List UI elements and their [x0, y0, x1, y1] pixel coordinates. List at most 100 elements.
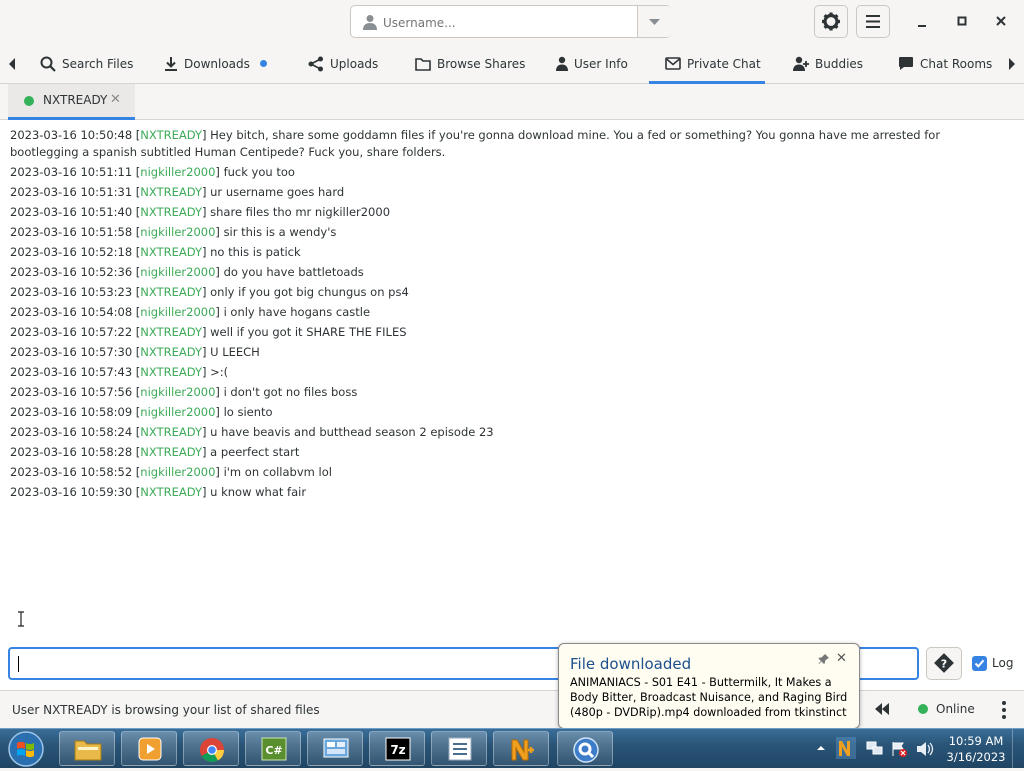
close-tab-icon[interactable]: ✕: [110, 92, 121, 107]
taskbar-csharp[interactable]: C#: [245, 731, 301, 766]
scroll-right-icon[interactable]: [1006, 56, 1018, 72]
volume-icon[interactable]: [916, 741, 934, 757]
tray-expand-icon[interactable]: [816, 743, 826, 753]
message-username[interactable]: NXTREADY: [140, 445, 202, 459]
settings-button[interactable]: [814, 5, 848, 38]
action-center-icon[interactable]: [890, 741, 908, 757]
start-button[interactable]: [4, 730, 48, 768]
tab-chat-rooms[interactable]: Chat Rooms: [898, 44, 992, 83]
search-icon: [40, 56, 56, 72]
clock-time[interactable]: 10:59 AM: [944, 734, 1008, 748]
log-checkbox[interactable]: [972, 656, 987, 671]
nicotine-icon: [511, 739, 534, 761]
taskbar-explorer[interactable]: [59, 731, 115, 766]
message-text: i don't got no files boss: [223, 385, 358, 399]
chat-message: 2023-03-16 10:59:30 [NXTREADY] u know wh…: [10, 485, 307, 499]
taskbar-qbittorrent[interactable]: [557, 731, 613, 766]
tab-label: Downloads: [184, 56, 250, 71]
tab-downloads[interactable]: Downloads: [164, 44, 267, 83]
message-username[interactable]: NXTREADY: [140, 325, 202, 339]
notification-title: File downloaded: [570, 655, 692, 673]
message-username[interactable]: nigkiller2000: [140, 165, 215, 179]
tab-label: Browse Shares: [437, 56, 526, 71]
message-username[interactable]: NXTREADY: [140, 205, 202, 219]
message-timestamp: 2023-03-16 10:57:56: [10, 385, 133, 399]
svg-text:7z: 7z: [390, 743, 405, 757]
folder-icon: [415, 57, 431, 71]
status-bar: User NXTREADY is browsing your list of s…: [0, 690, 1024, 728]
message-text: >:(: [210, 365, 229, 379]
message-username[interactable]: nigkiller2000: [140, 405, 215, 419]
svg-text:?: ?: [941, 658, 947, 671]
message-text: well if you got it SHARE THE FILES: [210, 325, 407, 339]
message-username[interactable]: NXTREADY: [140, 425, 202, 439]
message-username[interactable]: nigkiller2000: [140, 465, 215, 479]
main-menu-button[interactable]: [856, 5, 890, 38]
more-options-icon[interactable]: [1000, 700, 1008, 720]
help-icon: ?: [934, 653, 954, 673]
chevron-down-icon: [649, 19, 660, 25]
taskbar-control-panel[interactable]: [307, 731, 363, 766]
pin-icon[interactable]: [818, 653, 830, 665]
tab-private-chat[interactable]: Private Chat: [649, 44, 765, 84]
chat-message: 2023-03-16 10:58:09 [nigkiller2000] lo s…: [10, 405, 273, 419]
notification-body: ANIMANIACS - S01 E41 - Buttermilk, It Ma…: [570, 676, 848, 719]
tab-search-files[interactable]: Search Files: [40, 44, 133, 83]
close-button[interactable]: [988, 8, 1014, 34]
nicotine-tray-icon[interactable]: [836, 737, 856, 759]
close-notification-icon[interactable]: ✕: [836, 651, 847, 666]
hamburger-icon: [866, 15, 880, 28]
tab-browse-shares[interactable]: Browse Shares: [415, 44, 525, 83]
message-timestamp: 2023-03-16 10:58:09: [10, 405, 133, 419]
online-status-label[interactable]: Online: [936, 702, 975, 716]
rewind-icon[interactable]: [874, 703, 890, 715]
chat-tab-nxtready[interactable]: NXTREADY ✕: [8, 84, 135, 120]
message-username[interactable]: NXTREADY: [140, 128, 202, 142]
chat-message: 2023-03-16 10:51:11 [nigkiller2000] fuck…: [10, 165, 295, 179]
username-combo[interactable]: [350, 5, 671, 38]
message-username[interactable]: NXTREADY: [140, 285, 202, 299]
message-timestamp: 2023-03-16 10:58:52: [10, 465, 133, 479]
maximize-button[interactable]: [949, 8, 975, 34]
tab-uploads[interactable]: Uploads: [308, 44, 378, 83]
message-username[interactable]: nigkiller2000: [140, 385, 215, 399]
message-text: ur username goes hard: [210, 185, 345, 199]
message-username[interactable]: nigkiller2000: [140, 305, 215, 319]
tab-user-info[interactable]: User Info: [556, 44, 628, 83]
message-username[interactable]: NXTREADY: [140, 365, 202, 379]
tab-label: Chat Rooms: [920, 56, 993, 71]
chat-message: 2023-03-16 10:53:23 [NXTREADY] only if y…: [10, 285, 409, 299]
message-username[interactable]: NXTREADY: [140, 345, 202, 359]
chat-message: 2023-03-16 10:51:40 [NXTREADY] share fil…: [10, 205, 391, 219]
message-username[interactable]: NXTREADY: [140, 485, 202, 499]
chat-message: 2023-03-16 10:57:43 [NXTREADY] >:(: [10, 365, 229, 379]
tab-buddies[interactable]: Buddies: [793, 44, 863, 83]
minimize-button[interactable]: [909, 8, 935, 34]
username-input[interactable]: [381, 12, 635, 34]
taskbar-7zip[interactable]: 7z: [369, 731, 425, 766]
chat-message: 2023-03-16 10:52:18 [NXTREADY] no this i…: [10, 245, 301, 259]
taskbar-media-player[interactable]: [121, 731, 177, 766]
chat-message: 2023-03-16 10:51:31 [NXTREADY] ur userna…: [10, 185, 345, 199]
taskbar-list-app[interactable]: [431, 731, 487, 766]
download-notification[interactable]: File downloaded ✕ ANIMANIACS - S01 E41 -…: [558, 643, 860, 729]
chat-bubble-icon: [899, 57, 913, 70]
clock-date[interactable]: 3/16/2023: [944, 750, 1008, 764]
message-username[interactable]: NXTREADY: [140, 185, 202, 199]
chat-tab-bar: NXTREADY ✕: [0, 84, 1024, 120]
message-username[interactable]: nigkiller2000: [140, 225, 215, 239]
scroll-left-icon[interactable]: [6, 56, 18, 72]
message-timestamp: 2023-03-16 10:51:31: [10, 185, 133, 199]
message-text: i only have hogans castle: [223, 305, 371, 319]
chat-log[interactable]: 2023-03-16 10:50:48 [NXTREADY] Hey bitch…: [0, 120, 1024, 640]
taskbar-chrome[interactable]: [183, 731, 239, 766]
show-desktop-button[interactable]: [1012, 729, 1024, 769]
svg-text:C#: C#: [265, 744, 282, 757]
network-icon[interactable]: [866, 741, 884, 757]
message-timestamp: 2023-03-16 10:58:28: [10, 445, 133, 459]
message-username[interactable]: NXTREADY: [140, 245, 202, 259]
help-button[interactable]: ?: [926, 647, 962, 680]
taskbar-nicotine[interactable]: [493, 731, 549, 766]
username-dropdown-button[interactable]: [638, 6, 671, 37]
message-username[interactable]: nigkiller2000: [140, 265, 215, 279]
